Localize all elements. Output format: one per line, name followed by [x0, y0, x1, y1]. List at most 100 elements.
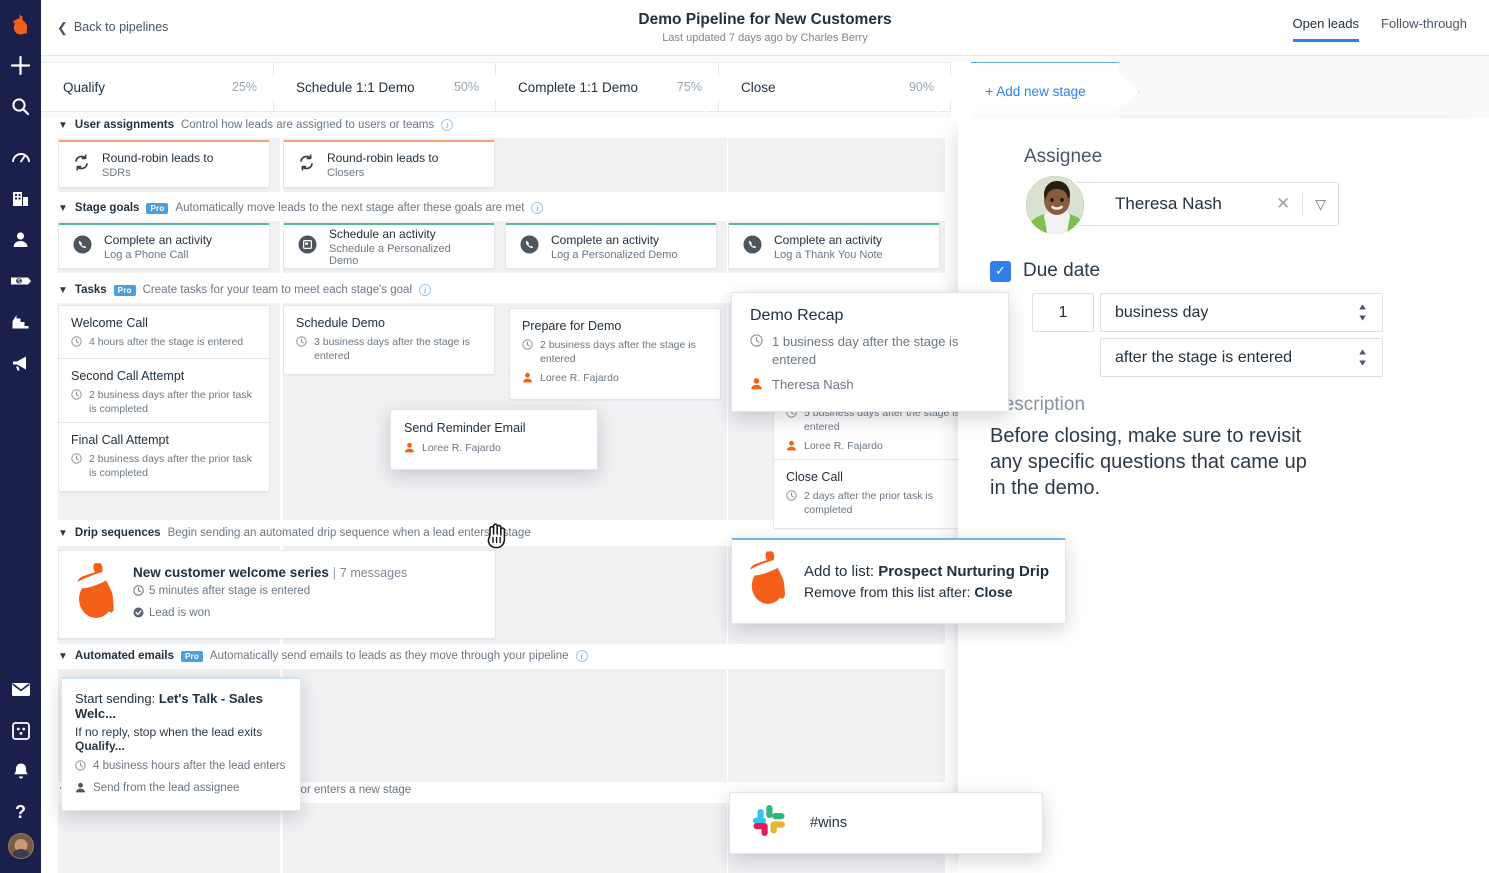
section-title: Stage goals	[75, 202, 140, 214]
info-icon[interactable]: i	[576, 650, 588, 662]
selected-task-assignee: Theresa Nash	[750, 376, 990, 395]
stage-name: Complete 1:1 Demo	[518, 80, 638, 95]
close-icon[interactable]: ✕	[1276, 194, 1290, 214]
drip-add-prefix: Add to list:	[804, 563, 878, 580]
due-unit-select[interactable]: business day ▲▼	[1100, 293, 1383, 332]
stage-goal-card[interactable]: Complete an activity Log a Personalized …	[505, 223, 717, 269]
tab-follow-through[interactable]: Follow-through	[1381, 16, 1467, 42]
pro-badge: Pro	[146, 203, 168, 214]
user-avatar[interactable]	[8, 833, 34, 859]
due-date-checkbox[interactable]: ✓	[990, 261, 1011, 282]
due-amount-input[interactable]: 1	[1032, 293, 1094, 332]
drip-sequence-card[interactable]: New customer welcome series | 7 messages…	[58, 550, 496, 639]
acorn-logo[interactable]	[0, 4, 41, 45]
selected-task-assignee-label: Theresa Nash	[772, 376, 854, 394]
task-card[interactable]: Welcome Call 4 hours after the stage is …	[58, 305, 270, 363]
task-card[interactable]: Schedule Demo 3 business days after the …	[283, 305, 495, 375]
chevron-down-icon: ▼	[58, 651, 68, 662]
task-timing-label: 2 days after the prior task is completed	[804, 489, 972, 517]
check-circle-icon	[133, 607, 144, 624]
campaigns-icon[interactable]	[0, 342, 41, 383]
selected-task-card[interactable]: Demo Recap 1 business day after the stag…	[731, 292, 1009, 412]
clock-icon	[786, 490, 797, 505]
section-automated-emails-header[interactable]: ▼ Automated emails Pro Automatically sen…	[58, 650, 588, 662]
user-assignment-card[interactable]: Round-robin leads to Closers	[283, 140, 495, 188]
email-stop-prefix: If no reply, stop when the lead exits	[75, 725, 262, 739]
due-unit-value: business day	[1115, 304, 1208, 322]
drip-list-card[interactable]: Add to list: Prospect Nurturing Drip Rem…	[731, 538, 1066, 624]
dashboard-icon[interactable]	[0, 137, 41, 178]
reports-icon[interactable]	[0, 301, 41, 342]
slack-channel-card[interactable]: #wins	[729, 792, 1043, 854]
person-icon	[522, 372, 533, 387]
stage-goal-card[interactable]: Complete an activity Log a Phone Call	[58, 223, 270, 269]
section-drip-sequences-header[interactable]: ▼ Drip sequences Begin sending an automa…	[58, 527, 531, 539]
dragging-task-card[interactable]: Send Reminder Email Loree R. Fajardo	[390, 409, 598, 470]
section-tasks-header[interactable]: ▼ Tasks Pro Create tasks for your team t…	[58, 284, 431, 296]
page-subtitle: Last updated 7 days ago by Charles Berry	[41, 32, 1489, 44]
leads-icon[interactable]: $	[0, 260, 41, 301]
stage-goal-card[interactable]: Complete an activity Log a Thank You Not…	[728, 223, 940, 269]
drip-timing-label: 5 minutes after stage is entered	[149, 584, 310, 600]
person-icon	[75, 782, 86, 799]
info-icon[interactable]: i	[531, 202, 543, 214]
task-assignee-label: Loree R. Fajardo	[540, 371, 619, 385]
task-timing: 2 days after the prior task is completed	[786, 489, 972, 517]
automated-email-card[interactable]: Start sending: Let's Talk - Sales Welc..…	[61, 677, 301, 811]
section-user-assignments-header[interactable]: ▼ User assignments Control how leads are…	[58, 119, 453, 131]
drip-remove-row: Remove from this list after: Close	[804, 584, 1049, 600]
stage-name: Qualify	[63, 80, 105, 95]
companies-icon[interactable]	[0, 178, 41, 219]
section-title: Automated emails	[75, 650, 174, 662]
column-band	[283, 669, 505, 782]
email-icon[interactable]	[0, 669, 41, 710]
drip-message-count: 7 messages	[340, 566, 407, 580]
stage-goal-card[interactable]: Schedule an activity Schedule a Personal…	[283, 223, 495, 269]
chevron-down-icon[interactable]: ▽	[1315, 196, 1326, 213]
task-timing: 4 hours after the stage is entered	[71, 335, 257, 351]
stage-header-close[interactable]: Close 90%	[719, 62, 951, 112]
notifications-icon[interactable]	[0, 751, 41, 792]
email-start-prefix: Start sending:	[75, 691, 159, 706]
task-card[interactable]: Prepare for Demo 2 business days after t…	[509, 308, 721, 400]
section-stage-goals-header[interactable]: ▼ Stage goals Pro Automatically move lea…	[58, 202, 543, 214]
divider	[1302, 194, 1303, 214]
add-new-stage-button[interactable]: + Add new stage	[951, 62, 1119, 120]
column-band	[728, 669, 945, 782]
apps-icon[interactable]	[0, 710, 41, 751]
description-value[interactable]: Before closing, make sure to revisit any…	[990, 423, 1320, 501]
person-icon	[750, 377, 763, 395]
task-card[interactable]: Second Call Attempt 2 business days afte…	[58, 358, 270, 428]
help-icon[interactable]: ?	[0, 792, 41, 833]
section-description: Begin sending an automated drip sequence…	[168, 527, 531, 539]
card-title: Complete an activity	[774, 233, 883, 247]
email-sender: Send from the lead assignee	[75, 781, 287, 799]
assignee-value: Theresa Nash	[1115, 194, 1222, 214]
email-timing: 4 business hours after the lead enters Q…	[75, 759, 287, 777]
stage-percent: 25%	[232, 80, 257, 94]
due-date-row[interactable]: ✓ Due date	[990, 260, 1100, 282]
stage-name: Close	[741, 80, 776, 95]
stage-header-schedule-demo[interactable]: Schedule 1:1 Demo 50%	[274, 62, 496, 112]
task-card[interactable]: Final Call Attempt 2 business days after…	[58, 422, 270, 492]
add-icon[interactable]	[0, 45, 41, 86]
stage-header-qualify[interactable]: Qualify 25%	[41, 62, 274, 112]
user-assignment-card[interactable]: Round-robin leads to SDRs	[58, 140, 270, 188]
info-icon[interactable]: i	[419, 284, 431, 296]
top-bar: ❮ Back to pipelines Demo Pipeline for Ne…	[41, 0, 1489, 56]
column-band	[505, 803, 727, 873]
due-trigger-select[interactable]: after the stage is entered ▲▼	[1100, 338, 1383, 377]
tab-open-leads[interactable]: Open leads	[1293, 16, 1360, 42]
info-icon[interactable]: i	[441, 119, 453, 131]
assignee-avatar	[1024, 174, 1086, 236]
section-description: Automatically send emails to leads as th…	[210, 650, 569, 662]
stage-header-complete-demo[interactable]: Complete 1:1 Demo 75%	[496, 62, 719, 112]
stage-percent: 50%	[454, 80, 479, 94]
search-icon[interactable]	[0, 86, 41, 127]
task-title: Close Call	[786, 470, 972, 484]
section-description: Control how leads are assigned to users …	[181, 119, 434, 131]
task-card[interactable]: Close Call 2 days after the prior task i…	[773, 459, 985, 529]
people-icon[interactable]	[0, 219, 41, 260]
drip-stop-condition: Lead is won	[133, 606, 407, 624]
assignee-field[interactable]: Theresa Nash ✕ ▽	[1058, 182, 1339, 226]
